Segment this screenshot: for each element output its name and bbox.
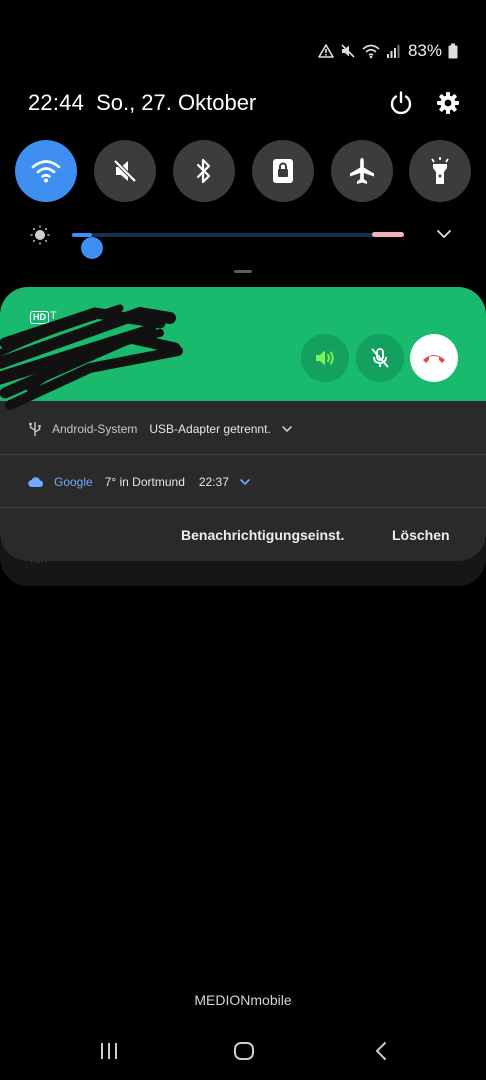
airplane-icon [350, 158, 374, 184]
panel-drag-handle[interactable] [234, 270, 252, 273]
bluetooth-icon [196, 158, 211, 184]
speaker-icon [316, 350, 334, 366]
speaker-button[interactable] [301, 334, 349, 382]
usb-icon [29, 421, 41, 436]
signal-icon [386, 45, 400, 58]
brightness-thumb[interactable] [80, 237, 103, 259]
flashlight-icon [431, 157, 449, 184]
app-name: Google [54, 474, 93, 489]
tile-wifi[interactable] [15, 140, 77, 202]
chevron-down-icon[interactable] [281, 424, 293, 434]
recents-icon [101, 1043, 117, 1059]
tile-flashlight[interactable] [409, 140, 471, 202]
mute-icon [113, 159, 137, 183]
battery-icon [448, 43, 458, 59]
tile-bluetooth[interactable] [173, 140, 235, 202]
notification-text: 7° in Dortmund [104, 474, 185, 489]
mic-off-icon [371, 348, 389, 368]
wifi-icon [362, 44, 380, 59]
back-button[interactable] [373, 1036, 389, 1071]
redaction-scribble [0, 304, 183, 410]
home-icon [234, 1042, 254, 1060]
cloud-icon [28, 476, 44, 487]
chevron-down-icon[interactable] [239, 477, 251, 487]
notification-actions: Benachrichtigungseinst. Löschen [0, 509, 486, 559]
gear-icon[interactable] [436, 91, 460, 115]
brightness-limit-mark [372, 232, 404, 237]
status-bar: 83% [318, 38, 458, 64]
brightness-icon [30, 225, 50, 245]
carrier-label: MEDIONmobile [194, 992, 292, 1008]
clock[interactable]: 22:44 [28, 90, 84, 116]
battery-percentage: 83% [407, 41, 442, 60]
quick-settings-tiles [15, 140, 471, 202]
recents-button[interactable] [99, 1036, 119, 1071]
tile-airplane-mode[interactable] [331, 140, 393, 202]
notification-settings-button[interactable]: Benachrichtigungseinst. [181, 527, 344, 543]
notification-panel: HD T Android-System USB-Adapter getrennt… [0, 287, 486, 561]
hangup-button[interactable] [410, 334, 458, 382]
notification-usb[interactable]: Android-System USB-Adapter getrennt. [0, 403, 486, 455]
notification-time: 22:37 [198, 474, 229, 489]
notification-google[interactable]: Google 7° in Dortmund 22:37 [0, 456, 486, 508]
lock-icon [273, 159, 293, 183]
chevron-down-icon[interactable] [436, 228, 452, 240]
power-icon[interactable] [388, 90, 414, 116]
mute-mic-button[interactable] [356, 334, 404, 382]
home-button[interactable] [233, 1036, 255, 1071]
app-name: Android-System [52, 421, 138, 436]
date[interactable]: So., 27. Oktober [96, 90, 256, 116]
call-notification[interactable]: HD T [0, 287, 486, 410]
alert-triangle-icon [318, 44, 334, 58]
tile-rotation-lock[interactable] [252, 140, 314, 202]
wifi-icon [31, 160, 61, 183]
header-row: 22:44 So., 27. Oktober [28, 86, 460, 120]
notification-text: USB-Adapter getrennt. [149, 421, 271, 436]
mute-icon [341, 44, 355, 58]
navigation-bar [0, 1036, 486, 1066]
back-icon [376, 1042, 386, 1060]
hangup-icon [423, 355, 445, 363]
tile-sound[interactable] [94, 140, 156, 202]
brightness-row [26, 220, 456, 259]
brightness-slider[interactable] [72, 233, 404, 259]
clear-button[interactable]: Löschen [392, 527, 450, 543]
